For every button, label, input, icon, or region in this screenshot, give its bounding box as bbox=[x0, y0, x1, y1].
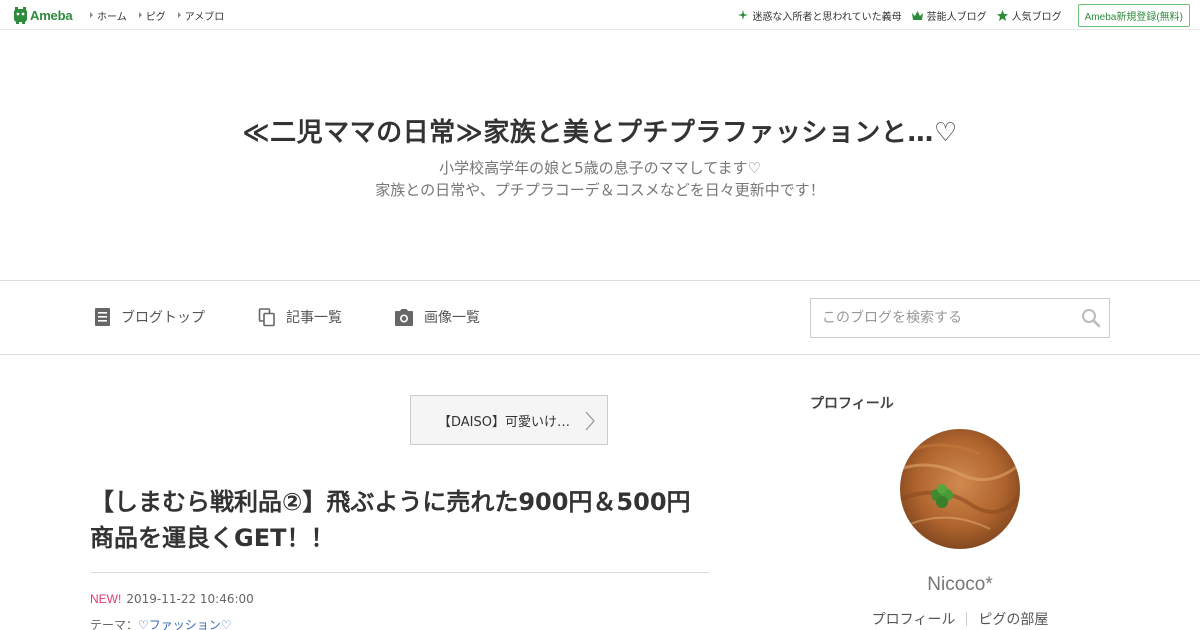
global-nav-label: ピグ bbox=[145, 11, 166, 23]
trending-link-label: 迷惑な入所者と思われていた義母 bbox=[752, 11, 902, 23]
global-header: Ameba ホーム ピグ アメブロ 迷惑な入所者と思われていた義母 芸能人ブログ… bbox=[0, 0, 1200, 30]
blog-description-line: 小学校高学年の娘と5歳の息子のママしてます♡ bbox=[439, 159, 761, 177]
global-nav-ameblo[interactable]: アメブロ bbox=[177, 8, 225, 23]
new-badge: NEW! bbox=[90, 592, 122, 606]
sparkle-icon bbox=[738, 10, 749, 20]
global-nav-home[interactable]: ホーム bbox=[90, 8, 127, 23]
chevron-right-icon bbox=[585, 411, 595, 435]
star-icon bbox=[996, 9, 1008, 21]
crown-icon bbox=[911, 10, 923, 20]
ameba-logo[interactable]: Ameba bbox=[13, 6, 73, 24]
blog-description: 小学校高学年の娘と5歳の息子のママしてます♡ 家族との日常や、プチプラコーデ＆コ… bbox=[0, 157, 1200, 201]
global-right-links: 迷惑な入所者と思われていた義母 芸能人ブログ 人気ブログ Ameba新規登録(無… bbox=[728, 0, 1190, 30]
profile-name[interactable]: Nicoco* bbox=[810, 574, 1110, 596]
previous-article-link[interactable]: 【DAISO】可愛いけ… bbox=[410, 395, 608, 445]
article-theme: テーマ：♡ファッション♡ bbox=[90, 616, 232, 630]
triangle-right-icon bbox=[90, 12, 93, 18]
profile-heading: プロフィール bbox=[810, 396, 894, 412]
nav-image-list[interactable]: 画像一覧 bbox=[394, 307, 480, 327]
avatar[interactable] bbox=[900, 429, 1020, 549]
blog-nav: ブログトップ 記事一覧 画像一覧 bbox=[0, 282, 1200, 355]
triangle-right-icon bbox=[177, 12, 181, 18]
global-nav-label: アメブロ bbox=[184, 11, 225, 23]
signup-button[interactable]: Ameba新規登録(無料) bbox=[1077, 3, 1190, 27]
nav-blog-top[interactable]: ブログトップ bbox=[94, 307, 205, 327]
trending-link[interactable]: 迷惑な入所者と思われていた義母 bbox=[738, 8, 902, 23]
search-input[interactable] bbox=[811, 299, 1071, 337]
ameba-mascot-icon bbox=[13, 6, 28, 24]
previous-article-title: 【DAISO】可愛いけ… bbox=[438, 414, 570, 430]
global-nav: ホーム ピグ アメブロ bbox=[90, 0, 236, 30]
blog-header: ≪二児ママの日常≫家族と美とプチプラファッションと…♡ 小学校高学年の娘と5歳の… bbox=[0, 30, 1200, 281]
nav-image-list-label: 画像一覧 bbox=[424, 310, 480, 326]
logo-text: Ameba bbox=[30, 7, 73, 23]
document-icon bbox=[94, 307, 111, 327]
nav-article-list-label: 記事一覧 bbox=[286, 310, 342, 326]
profile-link[interactable]: プロフィール bbox=[861, 609, 967, 629]
article-title[interactable]: 【しまむら戦利品②】飛ぶように売れた900円＆500円商品を運良くGET！！ bbox=[90, 484, 710, 556]
blog-description-line: 家族との日常や、プチプラコーデ＆コスメなどを日々更新中です！ bbox=[375, 181, 825, 199]
nav-blog-top-label: ブログトップ bbox=[121, 310, 205, 326]
theme-label: テーマ： bbox=[90, 618, 139, 630]
global-nav-label: ホーム bbox=[97, 11, 127, 23]
copy-icon bbox=[258, 307, 276, 327]
article-meta: NEW! 2019-11-22 10:46:00 bbox=[90, 592, 254, 606]
theme-link[interactable]: ♡ファッション♡ bbox=[138, 618, 232, 630]
popular-blog-link[interactable]: 人気ブログ bbox=[996, 8, 1062, 23]
celebrity-blog-label: 芸能人ブログ bbox=[926, 11, 987, 23]
celebrity-blog-link[interactable]: 芸能人ブログ bbox=[911, 8, 987, 23]
camera-icon bbox=[394, 308, 414, 326]
pigg-room-link[interactable]: ピグの部屋 bbox=[967, 609, 1059, 629]
triangle-right-icon bbox=[138, 12, 142, 18]
blog-search bbox=[810, 298, 1110, 338]
global-nav-pigg[interactable]: ピグ bbox=[138, 8, 166, 23]
search-icon[interactable] bbox=[1081, 308, 1101, 328]
nav-article-list[interactable]: 記事一覧 bbox=[258, 307, 342, 327]
divider bbox=[90, 572, 710, 573]
article-datetime: 2019-11-22 10:46:00 bbox=[126, 592, 254, 606]
popular-blog-label: 人気ブログ bbox=[1011, 11, 1062, 23]
profile-links: プロフィール ピグの部屋 bbox=[810, 609, 1110, 629]
blog-title[interactable]: ≪二児ママの日常≫家族と美とプチプラファッションと…♡ bbox=[0, 112, 1200, 149]
